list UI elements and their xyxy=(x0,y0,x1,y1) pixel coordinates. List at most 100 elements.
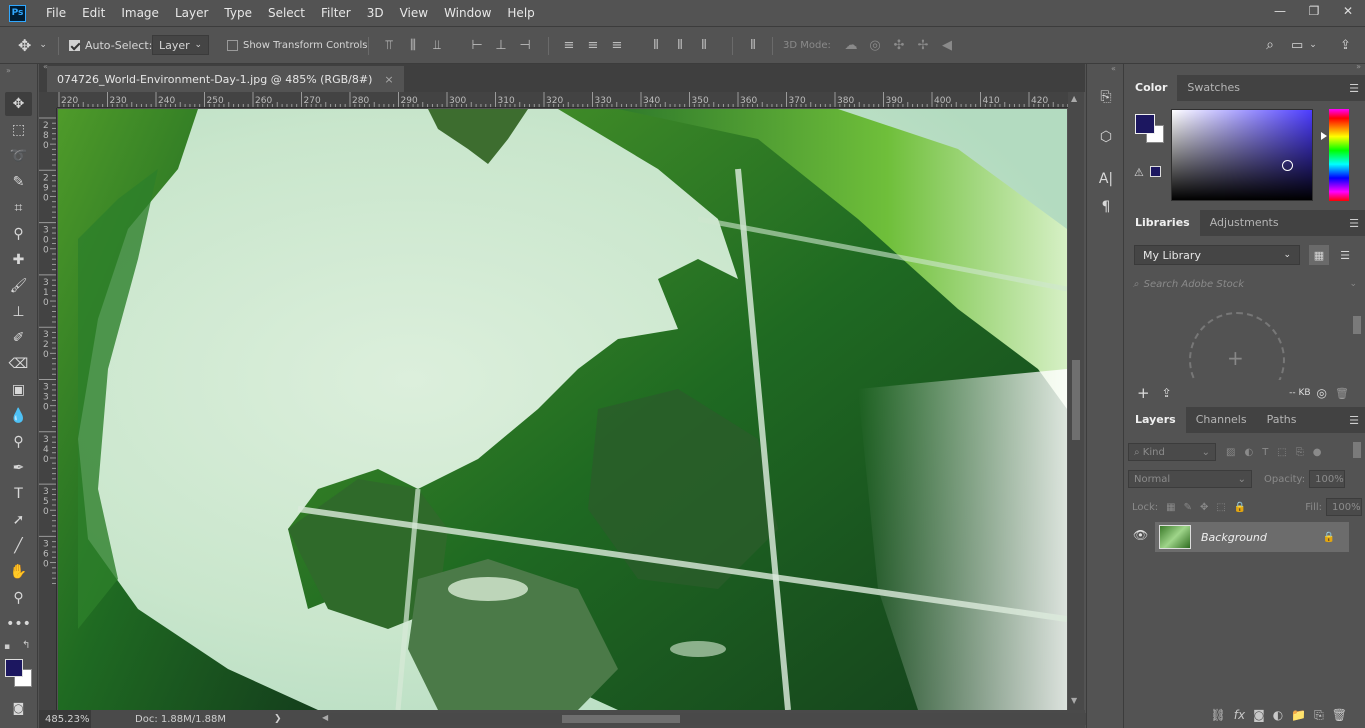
move-tool-icon[interactable]: ✥ xyxy=(5,92,32,116)
more-tools-icon[interactable]: ••• xyxy=(5,612,32,636)
menu-view[interactable]: View xyxy=(392,0,436,26)
blur-tool-icon[interactable]: 💧 xyxy=(5,404,32,428)
panel-menu-icon[interactable]: ☰ xyxy=(1349,414,1359,427)
filter-toggle-icon[interactable]: ● xyxy=(1313,447,1322,458)
new-group-icon[interactable]: 📁 xyxy=(1291,708,1306,722)
trash-icon[interactable]: 🗑 xyxy=(1335,387,1349,400)
tab-adjustments[interactable]: Adjustments xyxy=(1200,210,1289,236)
filter-type-icon[interactable]: T xyxy=(1262,447,1268,458)
character-panel-icon[interactable]: A| xyxy=(1095,168,1117,190)
brush-tool-icon[interactable]: 🖌 xyxy=(5,274,32,298)
distribute-left-icon[interactable]: ⦀ xyxy=(645,34,667,56)
vertical-ruler[interactable]: 280290300310320330340350360 xyxy=(39,108,57,710)
hue-slider-handle[interactable] xyxy=(1321,132,1327,140)
lasso-tool-icon[interactable]: ➰ xyxy=(5,144,32,168)
layers-scroll-thumb[interactable] xyxy=(1353,442,1361,458)
color-picker-cursor[interactable] xyxy=(1282,160,1293,171)
history-panel-icon[interactable]: ⎘ xyxy=(1095,86,1117,108)
eyedropper-tool-icon[interactable]: ⚲ xyxy=(5,222,32,246)
add-content-icon[interactable]: + xyxy=(1227,346,1244,370)
layer-name[interactable]: Background xyxy=(1201,531,1267,544)
pan-3d-icon[interactable]: ✣ xyxy=(888,34,910,56)
adobe-stock-search[interactable]: ⌕ Search Adobe Stock ⌄ xyxy=(1133,274,1357,294)
paragraph-panel-icon[interactable]: ¶ xyxy=(1095,196,1117,218)
roll-3d-icon[interactable]: ◎ xyxy=(864,34,886,56)
library-select[interactable]: My Library ⌄ xyxy=(1134,245,1300,265)
lock-transparent-icon[interactable]: ▦ xyxy=(1166,502,1175,513)
link-layers-icon[interactable]: ⛓ xyxy=(1211,708,1226,722)
dodge-tool-icon[interactable]: ⚲ xyxy=(5,430,32,454)
gamut-warning-icon[interactable]: ⚠ xyxy=(1134,166,1144,179)
tab-paths[interactable]: Paths xyxy=(1257,407,1307,433)
delete-layer-icon[interactable]: 🗑 xyxy=(1332,708,1347,722)
chevron-down-icon[interactable]: ⌄ xyxy=(1349,279,1357,289)
tab-swatches[interactable]: Swatches xyxy=(1177,75,1250,101)
menu-layer[interactable]: Layer xyxy=(167,0,216,26)
close-button[interactable]: ✕ xyxy=(1331,0,1365,22)
hue-slider[interactable] xyxy=(1329,109,1349,201)
color-panel-foreground[interactable] xyxy=(1135,114,1155,134)
auto-select-toggle[interactable]: Auto-Select: xyxy=(69,27,152,63)
minimize-button[interactable]: — xyxy=(1263,0,1297,22)
lock-image-icon[interactable]: ✎ xyxy=(1184,502,1192,513)
upload-icon[interactable]: ⇪ xyxy=(1162,386,1172,400)
menu-3d[interactable]: 3D xyxy=(359,0,392,26)
tab-channels[interactable]: Channels xyxy=(1186,407,1257,433)
panel-menu-icon[interactable]: ☰ xyxy=(1349,217,1359,230)
zoom-level-field[interactable]: 485.23% xyxy=(39,710,91,728)
opacity-field[interactable]: 100% xyxy=(1309,470,1346,488)
close-icon[interactable]: × xyxy=(384,73,393,86)
line-tool-icon[interactable]: ╱ xyxy=(5,534,32,558)
gradient-tool-icon[interactable]: ▣ xyxy=(5,378,32,402)
filter-pixel-icon[interactable]: ▨ xyxy=(1226,447,1235,458)
auto-align-icon[interactable]: ⦀ xyxy=(742,38,764,53)
zoom-tool-icon[interactable]: ⚲ xyxy=(5,586,32,610)
show-transform-checkbox[interactable] xyxy=(227,39,238,51)
share-icon[interactable]: ⇪ xyxy=(1340,38,1351,53)
swap-colors-icon[interactable]: ↰ xyxy=(22,640,30,651)
layer-row[interactable]: Background 🔒 xyxy=(1155,522,1349,552)
lock-all-icon[interactable]: 🔒 xyxy=(1234,502,1246,513)
horizontal-scroll-thumb[interactable] xyxy=(562,715,680,723)
panel-menu-icon[interactable]: ☰ xyxy=(1349,82,1359,95)
grid-view-icon[interactable]: ▦ xyxy=(1309,245,1329,265)
scroll-up-icon[interactable]: ▲ xyxy=(1071,94,1077,103)
hand-tool-icon[interactable]: ✋ xyxy=(5,560,32,584)
quick-select-tool-icon[interactable]: ✎ xyxy=(5,170,32,194)
pen-tool-icon[interactable]: ✒ xyxy=(5,456,32,480)
history-brush-tool-icon[interactable]: ✐ xyxy=(5,326,32,350)
align-bottom-icon[interactable]: ⫫ xyxy=(426,34,448,56)
vertical-scroll-thumb[interactable] xyxy=(1072,360,1080,440)
filter-smart-object-icon[interactable]: ⎘ xyxy=(1296,447,1304,458)
tab-color[interactable]: Color xyxy=(1125,75,1178,101)
3d-panel-icon[interactable]: ⬡ xyxy=(1095,126,1117,148)
distribute-right-icon[interactable]: ⦀ xyxy=(693,34,715,56)
distribute-vcenter-icon[interactable]: ≡ xyxy=(582,34,604,56)
menu-select[interactable]: Select xyxy=(260,0,313,26)
foreground-color-swatch[interactable] xyxy=(5,659,23,677)
menu-image[interactable]: Image xyxy=(113,0,167,26)
collapse-toolbar-icon[interactable]: » xyxy=(6,66,11,75)
fill-field[interactable]: 100% xyxy=(1326,498,1362,516)
restore-button[interactable]: ❐ xyxy=(1297,0,1331,22)
marquee-tool-icon[interactable]: ⬚ xyxy=(5,118,32,142)
type-tool-icon[interactable]: T xyxy=(5,482,32,506)
layer-style-icon[interactable]: fx xyxy=(1234,708,1245,722)
layer-kind-filter[interactable]: ⌕ Kind ⌄ xyxy=(1128,443,1216,461)
align-top-icon[interactable]: ⫪ xyxy=(378,34,400,56)
menu-edit[interactable]: Edit xyxy=(74,0,113,26)
lock-position-icon[interactable]: ✥ xyxy=(1200,502,1208,513)
workspace-icon[interactable]: ▭ xyxy=(1291,38,1303,53)
distribute-top-icon[interactable]: ≡ xyxy=(558,34,580,56)
scroll-down-icon[interactable]: ▼ xyxy=(1071,696,1077,705)
quick-mask-icon[interactable]: ◙ xyxy=(5,696,32,720)
adjustment-layer-icon[interactable]: ◐ xyxy=(1273,708,1283,722)
show-transform-toggle[interactable]: Show Transform Controls xyxy=(227,27,367,63)
expand-dock-icon[interactable]: « xyxy=(1111,64,1116,73)
orbit-3d-icon[interactable]: ☁ xyxy=(840,34,862,56)
chevron-down-icon[interactable]: ⌄ xyxy=(1309,40,1317,50)
vertical-scrollbar[interactable]: ▲ ▼ xyxy=(1068,92,1084,710)
auto-select-target-select[interactable]: Layer ⌄ xyxy=(152,27,209,63)
align-left-icon[interactable]: ⊢ xyxy=(466,34,488,56)
tab-libraries[interactable]: Libraries xyxy=(1125,210,1200,236)
